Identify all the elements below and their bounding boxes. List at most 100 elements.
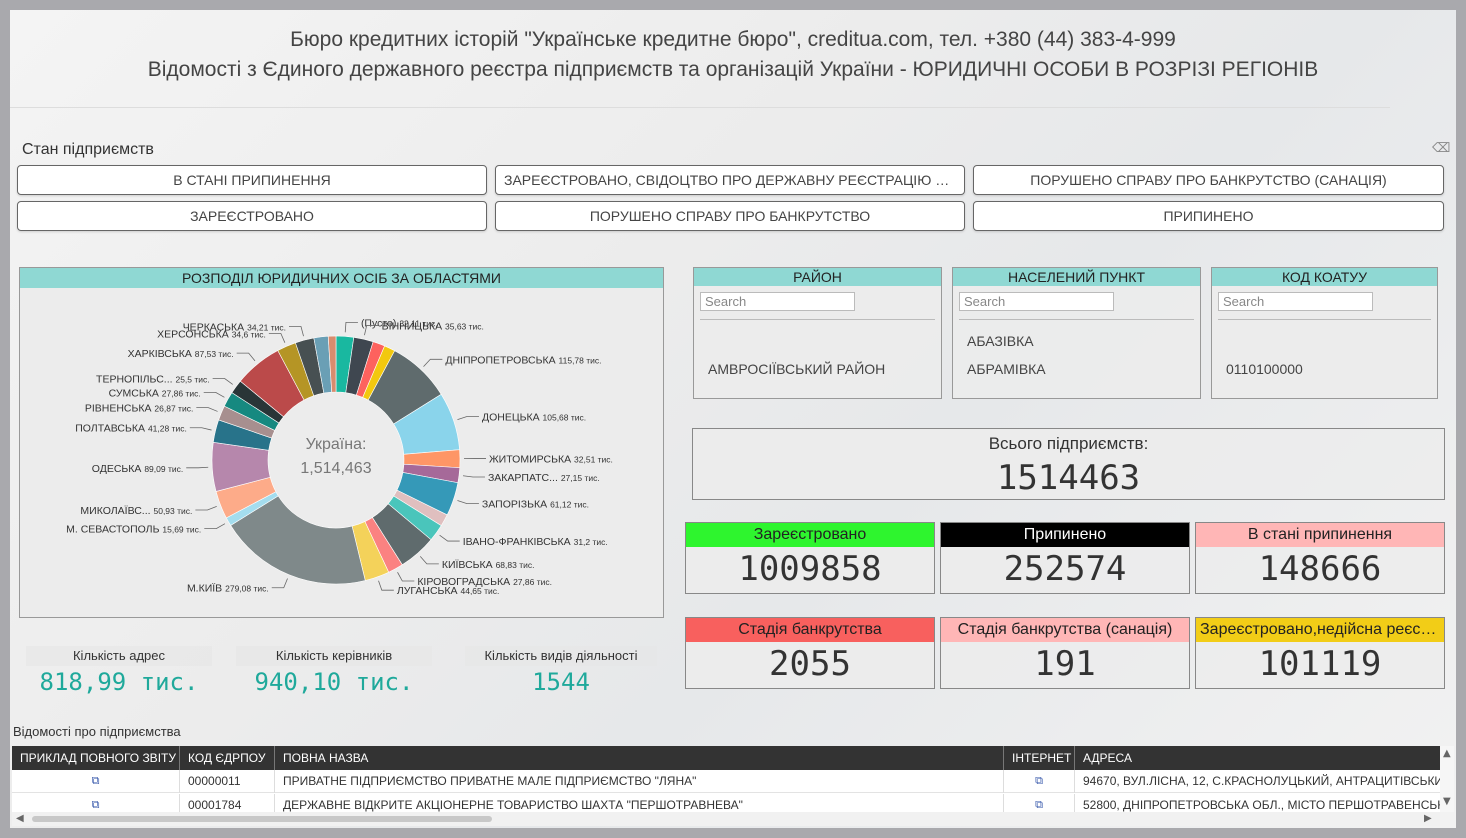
district-search-input[interactable]: Search — [700, 292, 855, 311]
clear-selection-icon[interactable]: ⌫ — [1432, 141, 1450, 156]
pie-label: М.КИЇВ 279,08 тис. — [187, 583, 269, 595]
col-header-web[interactable]: ІНТЕРНЕТ — [1004, 746, 1075, 770]
district-item[interactable]: АМВРОСІЇВСЬКИЙ РАЙОН — [708, 361, 885, 377]
col-header-code[interactable]: КОД ЄДРПОУ — [180, 746, 275, 770]
card-value: 148666 — [1258, 549, 1382, 589]
pie-label: М. СЕВАСТОПОЛЬ 15,69 тис. — [66, 524, 201, 536]
pie-label: ДОНЕЦЬКА 105,68 тис. — [482, 411, 586, 423]
scroll-down-icon[interactable]: ▼ — [1443, 796, 1451, 807]
scroll-up-icon[interactable]: ▲ — [1443, 748, 1451, 759]
pie-label: ЧЕРКАСЬКА 34,21 тис. — [183, 322, 286, 334]
status-btn-registered[interactable]: ЗАРЕЄСТРОВАНО — [17, 201, 487, 231]
settlement-search-input[interactable]: Search — [959, 292, 1114, 311]
pie-leader-line — [195, 506, 217, 511]
table-header: ПРИКЛАД ПОВНОГО ЗВІТУ КОД ЄДРПОУ ПОВНА Н… — [12, 746, 1440, 770]
status-btn-bankruptcy-sanation[interactable]: ПОРУШЕНО СПРАВУ ПРО БАНКРУТСТВО (САНАЦІЯ… — [973, 165, 1444, 195]
koatuu-filter-title: КОД КОАТУУ — [1212, 268, 1437, 286]
status-btn-terminated[interactable]: ПРИПИНЕНО — [973, 201, 1444, 231]
pie-label: РІВНЕНСЬКА 26,87 тис. — [85, 403, 194, 415]
pie-leader-line — [271, 578, 288, 589]
region-pie-panel: РОЗПОДІЛ ЮРИДИЧНИХ ОСІБ ЗА ОБЛАСТЯМИ (Пу… — [19, 267, 664, 618]
card-value: 252574 — [1003, 549, 1127, 589]
col-header-report[interactable]: ПРИКЛАД ПОВНОГО ЗВІТУ — [12, 746, 180, 770]
kpi-managers-value: 940,10 тис. — [254, 668, 414, 696]
settlement-item[interactable]: АБАЗІВКА — [967, 333, 1034, 349]
card-terminating: В стані припинення 148666 — [1195, 522, 1445, 594]
pie-label: СУМСЬКА 27,86 тис. — [109, 387, 201, 399]
cell-code: 00000011 — [180, 770, 275, 793]
web-link-icon[interactable]: ⧉ — [1004, 770, 1075, 793]
kpi-activities-label: Кількість видів діяльності — [465, 646, 657, 666]
total-value: 1514463 — [996, 458, 1141, 498]
card-bankruptcy-sanation: Стадія банкрутства (санація) 191 — [940, 617, 1190, 689]
scroll-thumb[interactable] — [32, 816, 492, 822]
pie-leader-line — [236, 352, 256, 362]
pie-label: ІВАНО-ФРАНКІВСЬКА 31,2 тис. — [463, 536, 608, 548]
cell-address: 94670, ВУЛ.ЛІСНА, 12, С.КРАСНОЛУЦЬКИЙ, А… — [1083, 774, 1440, 788]
card-value: 191 — [1034, 644, 1096, 684]
card-label: Зареєстровано,недійсна реєстрація — [1196, 618, 1444, 642]
card-value: 2055 — [769, 644, 851, 684]
pie-label: ЖИТОМИРСЬКА 32,51 тис. — [489, 454, 613, 466]
card-label: Стадія банкрутства — [686, 618, 934, 642]
status-btn-terminating[interactable]: В СТАНІ ПРИПИНЕННЯ — [17, 165, 487, 195]
district-filter: РАЙОН Search АМВРОСІЇВСЬКИЙ РАЙОН — [693, 267, 942, 399]
card-value: 1009858 — [738, 549, 882, 589]
koatuu-search-input[interactable]: Search — [1218, 292, 1373, 311]
report-title: Бюро кредитних історій "Українське креди… — [290, 28, 1176, 51]
pie-label: КИЇВСЬКА 68,83 тис. — [442, 559, 535, 571]
kpi-managers-label: Кількість керівників — [236, 646, 432, 666]
card-bankruptcy: Стадія банкрутства 2055 — [685, 617, 935, 689]
pie-center-label: Україна: — [306, 436, 367, 453]
pie-title: РОЗПОДІЛ ЮРИДИЧНИХ ОСІБ ЗА ОБЛАСТЯМИ — [20, 268, 663, 288]
kpi-addresses-value: 818,99 тис. — [39, 668, 199, 696]
card-terminated: Припинено 252574 — [940, 522, 1190, 594]
pie-leader-line — [288, 326, 304, 337]
status-btn-registered-invalid[interactable]: ЗАРЕЄСТРОВАНО, СВІДОЦТВО ПРО ДЕРЖАВНУ РЕ… — [495, 165, 965, 195]
region-pie-chart[interactable]: (Пусто) 32,11 тис.ВІННИЦЬКА 35,63 тис.ДН… — [20, 288, 663, 617]
pie-label: ПОЛТАВСЬКА 41,28 тис. — [75, 423, 187, 435]
pie-leader-line — [423, 358, 443, 367]
table-row: ⧉ 00000011 ПРИВАТНЕ ПІДПРИЄМСТВО ПРИВАТН… — [12, 770, 1440, 793]
settlement-item[interactable]: АБРАМІВКА — [967, 361, 1046, 377]
pie-label: ЛУГАНСЬКА 44,65 тис. — [397, 585, 500, 597]
status-slicer-title: Стан підприємств — [22, 141, 154, 158]
report-canvas: Бюро кредитних історій "Українське креди… — [10, 10, 1456, 828]
table-horizontal-scrollbar[interactable]: ◀ ▶ — [12, 812, 1440, 826]
koatuu-filter: КОД КОАТУУ Search 0110100000 — [1211, 267, 1438, 399]
table-vertical-scrollbar[interactable]: ▲ ▼ — [1440, 746, 1454, 812]
pie-leader-line — [419, 556, 439, 565]
settlement-filter: НАСЕЛЕНИЙ ПУНКТ Search АБАЗІВКА АБРАМІВК… — [952, 267, 1201, 399]
col-header-name[interactable]: ПОВНА НАЗВА — [275, 746, 1004, 770]
pie-leader-line — [203, 391, 225, 398]
kpi-addresses-label: Кількість адрес — [26, 646, 212, 666]
pie-label: МИКОЛАЇВС... 50,93 тис. — [80, 505, 192, 517]
status-btn-bankruptcy[interactable]: ПОРУШЕНО СПРАВУ ПРО БАНКРУТСТВО — [495, 201, 965, 231]
total-label: Всього підприємств: — [988, 434, 1149, 453]
report-link-icon[interactable]: ⧉ — [12, 770, 180, 793]
header-divider — [10, 107, 1390, 108]
pie-leader-line — [212, 378, 233, 385]
pie-leader-line — [397, 572, 415, 582]
scroll-left-icon[interactable]: ◀ — [16, 813, 24, 824]
card-label: Зареєстровано — [686, 523, 934, 547]
scroll-right-icon[interactable]: ▶ — [1424, 813, 1432, 824]
pie-leader-line — [439, 534, 460, 542]
col-header-address[interactable]: АДРЕСА — [1075, 746, 1440, 770]
pie-leader-line — [344, 321, 358, 333]
koatuu-item[interactable]: 0110100000 — [1226, 361, 1303, 377]
table-title: Відомості про підприємства — [13, 724, 181, 739]
pie-label: ВІННИЦЬКА 35,63 тис. — [382, 320, 484, 332]
total-card: Всього підприємств: 1514463 — [692, 428, 1445, 500]
card-registered: Зареєстровано 1009858 — [685, 522, 935, 594]
pie-label: ТЕРНОПІЛЬС... 25,5 тис. — [96, 373, 210, 385]
card-label: Стадія банкрутства (санація) — [941, 618, 1189, 642]
pie-label: ОДЕСЬКА 89,09 тис. — [92, 463, 183, 475]
pie-leader-line — [457, 500, 479, 505]
pie-label: ЗАКАРПАТС... 27,15 тис. — [488, 472, 600, 484]
cell-name: ПРИВАТНЕ ПІДПРИЄМСТВО ПРИВАТНЕ МАЛЕ ПІДП… — [275, 770, 1004, 793]
filter-divider — [1218, 319, 1431, 320]
pie-label: ДНІПРОПЕТРОВСЬКА 115,78 тис. — [445, 354, 601, 366]
pie-leader-line — [196, 407, 218, 412]
card-label: В стані припинення — [1196, 523, 1444, 547]
